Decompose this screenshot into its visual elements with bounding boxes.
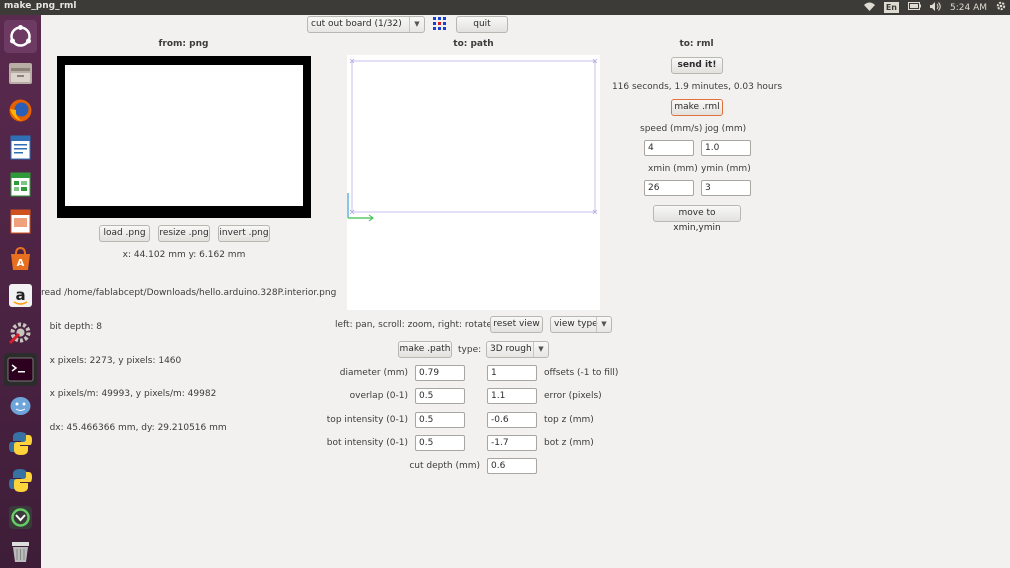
offsets-label: offsets (-1 to fill): [544, 368, 619, 378]
jog-field[interactable]: 1.0: [701, 140, 751, 156]
type-label: type:: [458, 345, 482, 355]
path-type-select[interactable]: 3D rough ▼: [486, 341, 549, 358]
top-z-label: top z (mm): [544, 415, 594, 425]
make-path-button[interactable]: make .path: [398, 341, 452, 358]
diameter-field[interactable]: 0.79: [415, 365, 465, 381]
svg-text:A: A: [17, 258, 25, 269]
backup-icon[interactable]: [4, 501, 37, 534]
grid-icon[interactable]: [432, 16, 448, 35]
svg-text:a: a: [15, 286, 25, 304]
wifi-icon[interactable]: [863, 2, 875, 14]
writer-icon[interactable]: [4, 131, 37, 164]
overlap-label: overlap (0-1): [349, 391, 408, 401]
error-field[interactable]: 1.1: [487, 388, 537, 404]
error-label: error (pixels): [544, 391, 602, 401]
offsets-field[interactable]: 1: [487, 365, 537, 381]
diameter-label: diameter (mm): [339, 368, 408, 378]
process-select[interactable]: cut out board (1/32) ▼: [307, 16, 425, 33]
terminal-icon[interactable]: [4, 353, 37, 386]
reset-view-button[interactable]: reset view: [490, 316, 543, 333]
speed-label: speed (mm/s): [640, 124, 703, 134]
view-type-select[interactable]: view type ▼: [550, 316, 612, 333]
chevron-down-icon: ▼: [596, 317, 611, 332]
firefox-icon[interactable]: [4, 94, 37, 127]
ymin-field[interactable]: 3: [701, 180, 751, 196]
png-panel-header: from: png: [158, 39, 209, 49]
cut-depth-field[interactable]: 0.6: [487, 458, 537, 474]
top-intensity-field[interactable]: 0.5: [415, 412, 465, 428]
bot-intensity-field[interactable]: 0.5: [415, 435, 465, 451]
top-panel: make_png_rml En 5:24 AM: [0, 0, 1010, 15]
bot-z-label: bot z (mm): [544, 438, 594, 448]
path-type-select-value: 3D rough: [490, 344, 532, 354]
python-icon[interactable]: [4, 427, 37, 460]
chevron-down-icon: ▼: [409, 17, 424, 32]
app-window: cut out board (1/32) ▼ quit from: png lo…: [41, 15, 1010, 568]
chevron-down-icon: ▼: [533, 342, 548, 357]
bot-z-field[interactable]: -1.7: [487, 435, 537, 451]
view-help-text: left: pan, scroll: zoom, right: rotate: [335, 320, 493, 330]
keyboard-layout-indicator[interactable]: En: [883, 2, 899, 13]
cut-depth-label: cut depth (mm): [409, 461, 480, 471]
process-select-value: cut out board (1/32): [311, 19, 402, 29]
speed-field[interactable]: 4: [644, 140, 694, 156]
impress-icon[interactable]: [4, 205, 37, 238]
battery-icon[interactable]: [908, 2, 921, 13]
launcher: A a: [0, 15, 41, 568]
overlap-field[interactable]: 0.5: [415, 388, 465, 404]
move-to-xmin-ymin-button[interactable]: move to xmin,ymin: [653, 205, 741, 233]
pidgin-icon[interactable]: [4, 390, 37, 423]
jog-label: jog (mm): [705, 124, 747, 134]
xmin-label: xmin (mm): [648, 164, 698, 174]
png-info-line: bit depth: 8: [41, 322, 103, 333]
amazon-icon[interactable]: a: [4, 279, 37, 312]
resize-png-button[interactable]: resize .png: [158, 225, 210, 242]
ymin-label: ymin (mm): [701, 164, 751, 174]
trash-icon[interactable]: [4, 535, 37, 568]
rml-panel-header: to: rml: [679, 39, 714, 49]
png-info-line: read /home/fablabcept/Downloads/hello.ar…: [41, 288, 337, 299]
quit-button[interactable]: quit: [456, 16, 508, 33]
path-panel-header: to: path: [453, 39, 494, 49]
clock[interactable]: 5:24 AM: [950, 3, 987, 13]
png-preview: [57, 56, 311, 218]
xmin-field[interactable]: 26: [644, 180, 694, 196]
path-view-canvas[interactable]: [347, 55, 600, 310]
gear-icon[interactable]: [996, 1, 1006, 14]
python-icon[interactable]: [4, 464, 37, 497]
ubuntu-dash-icon[interactable]: [4, 20, 37, 53]
time-estimate: 116 seconds, 1.9 minutes, 0.03 hours: [611, 82, 783, 92]
load-png-button[interactable]: load .png: [99, 225, 150, 242]
top-intensity-label: top intensity (0-1): [326, 415, 408, 425]
settings-icon[interactable]: [4, 316, 37, 349]
make-rml-button[interactable]: make .rml: [671, 99, 723, 116]
png-info: read /home/fablabcept/Downloads/hello.ar…: [41, 266, 341, 456]
view-type-select-value: view type: [554, 319, 598, 329]
png-cursor-coords: x: 44.102 mm y: 6.162 mm: [122, 250, 246, 260]
files-icon[interactable]: [4, 57, 37, 90]
window-title: make_png_rml: [4, 1, 77, 11]
png-info-line: x pixels: 2273, y pixels: 1460: [41, 355, 182, 366]
top-z-field[interactable]: -0.6: [487, 412, 537, 428]
software-center-icon[interactable]: A: [4, 242, 37, 275]
invert-png-button[interactable]: invert .png: [218, 225, 270, 242]
volume-icon[interactable]: [930, 1, 941, 14]
send-it-button[interactable]: send it!: [671, 57, 723, 74]
system-tray: En 5:24 AM: [863, 0, 1006, 15]
bot-intensity-label: bot intensity (0-1): [326, 438, 408, 448]
calc-icon[interactable]: [4, 168, 37, 201]
